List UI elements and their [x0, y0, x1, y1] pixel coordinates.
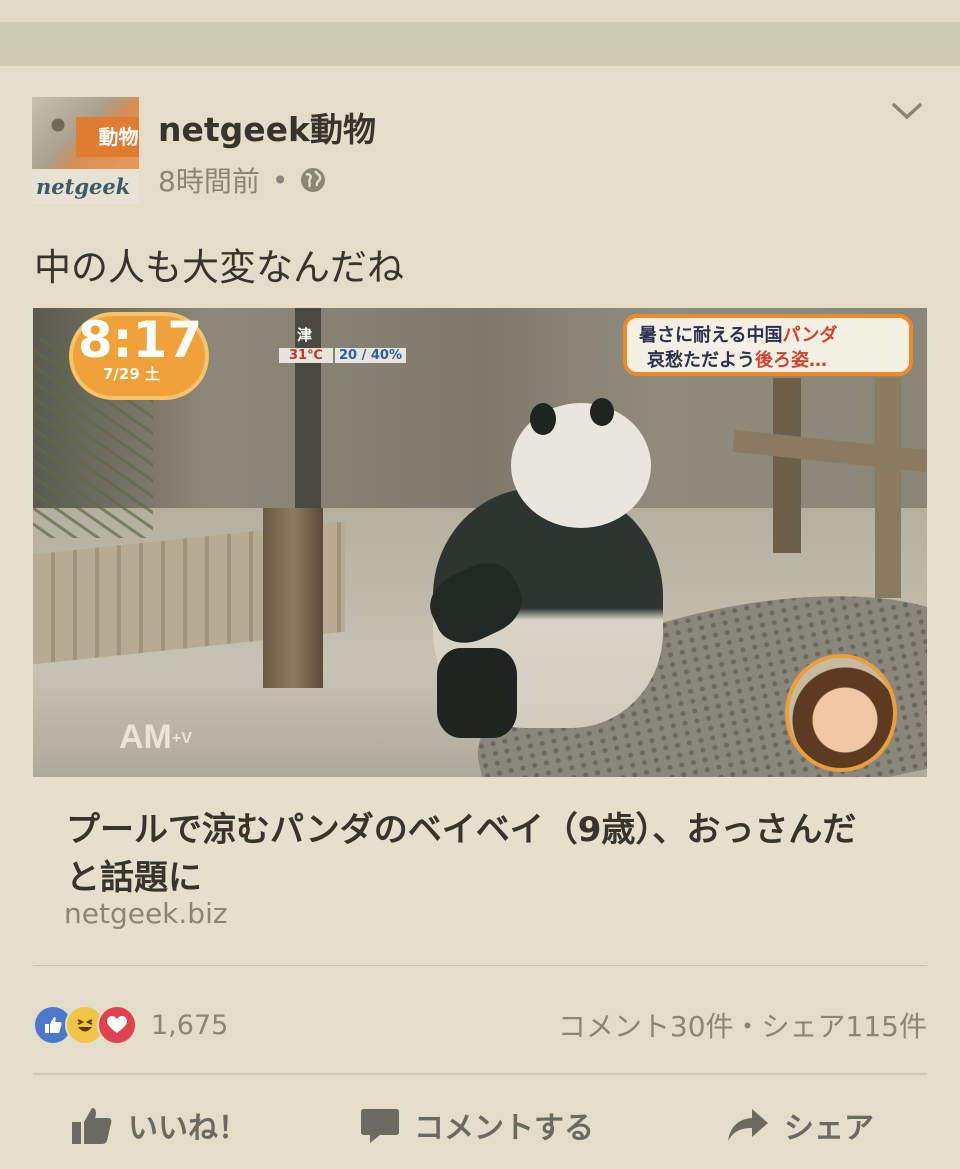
comment-label: コメントする	[414, 1111, 594, 1146]
comment-button[interactable]: コメントする	[360, 1100, 594, 1150]
presenter-inset	[785, 654, 897, 772]
divider	[33, 1073, 927, 1075]
panda-ear	[530, 403, 556, 435]
tv-weather: 津 31℃ 20 / 40%	[265, 324, 410, 368]
weather-temp-high: 31℃	[279, 348, 333, 363]
chevron-down-icon[interactable]	[890, 98, 924, 124]
weather-city: 津	[297, 326, 313, 344]
tv-clock-time: 8:17	[77, 311, 203, 369]
headline-line-1: 暑さに耐える中国パンダ	[639, 321, 837, 347]
headline-line-2-a: 哀愁ただよう	[647, 350, 755, 371]
show-logo-sub: +V	[171, 730, 192, 748]
link-domain: netgeek.biz	[64, 897, 228, 930]
comments-shares-count[interactable]: コメント30件・シェア115件	[558, 1005, 927, 1045]
avatar-badge-bg	[76, 117, 99, 157]
globe-icon	[301, 168, 326, 192]
share-label: シェア	[784, 1111, 874, 1146]
top-strip	[0, 0, 960, 22]
wooden-post	[773, 378, 801, 553]
post-text: 中の人も大変なんだね	[34, 246, 404, 289]
like-label: いいね！	[128, 1111, 248, 1146]
wooden-post	[875, 378, 901, 598]
page-name[interactable]: netgeek動物	[158, 103, 376, 151]
share-button[interactable]: シェア	[726, 1100, 874, 1150]
headline-line-2-b: 後ろ姿…	[755, 350, 827, 371]
link-thumbnail[interactable]: 8:17 7/29 土 津 31℃ 20 / 40% 暑さに耐える中国パンダ 哀…	[33, 308, 927, 777]
tv-clock-date: 7/29 土	[103, 365, 161, 383]
share-arrow-icon	[728, 1109, 768, 1141]
avatar-logo: netgeek	[32, 169, 139, 204]
headline-line-1-b: パンダ	[782, 325, 838, 346]
thumbs-up-icon	[72, 1108, 112, 1144]
avatar-badge: 動物	[98, 117, 139, 157]
post-time[interactable]: 8時間前	[158, 160, 260, 200]
reaction-summary[interactable]: 1,675	[33, 1003, 228, 1047]
weather-temp-low: 20 / 40%	[335, 348, 407, 363]
comment-icon	[361, 1109, 399, 1143]
show-logo-text: AM	[119, 718, 172, 756]
headline-line-1-a: 暑さに耐える中国	[639, 325, 783, 346]
page-avatar[interactable]: 動物 netgeek	[32, 97, 139, 204]
panda-leg	[437, 648, 517, 738]
tv-headline-caption: 暑さに耐える中国パンダ 哀愁ただよう後ろ姿…	[623, 314, 913, 376]
meta-separator: •	[271, 163, 289, 197]
like-button[interactable]: いいね！	[70, 1100, 248, 1150]
reaction-count: 1,675	[151, 1009, 229, 1041]
headline-line-2: 哀愁ただよう後ろ姿…	[647, 346, 827, 372]
link-title[interactable]: プールで涼むパンダのベイベイ（9歳）、おっさんだと話題に	[66, 806, 886, 902]
show-logo: AM+V	[119, 718, 192, 757]
feed-separator	[0, 22, 960, 66]
post-meta: 8時間前 •	[158, 160, 326, 200]
love-icon	[97, 1005, 137, 1045]
tree-stump	[263, 508, 323, 688]
panda-ear	[590, 398, 614, 426]
